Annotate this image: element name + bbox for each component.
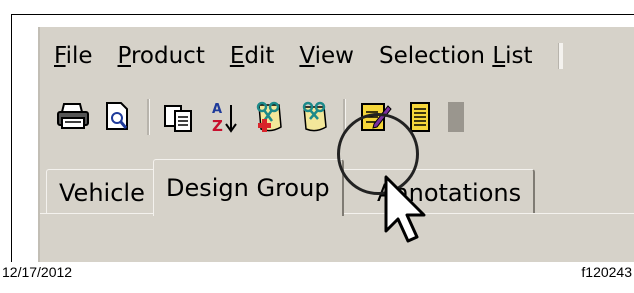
- tab-vehicle-label: Vehicle: [59, 178, 145, 207]
- paste-annotation-button[interactable]: [295, 98, 333, 136]
- sort-az-icon: A Z: [212, 102, 237, 135]
- copy-button[interactable]: [160, 98, 198, 136]
- menu-file-hotkey: F: [54, 43, 66, 69]
- figure-footer: 12/17/2012 f120243: [0, 264, 634, 284]
- copy-icon: [164, 105, 192, 132]
- menu-view-hotkey: V: [299, 43, 315, 69]
- partial-toolbar-button[interactable]: [446, 98, 466, 136]
- tab-vehicle[interactable]: Vehicle: [46, 169, 159, 215]
- menu-selection-list-prefix: Selection: [379, 43, 493, 69]
- cut-annotation-button[interactable]: [250, 98, 288, 136]
- tab-design-group-label: Design Group: [166, 174, 330, 202]
- menu-edit[interactable]: Edit: [230, 43, 275, 69]
- menu-product-hotkey: P: [117, 43, 131, 69]
- menu-edit-label: dit: [244, 43, 275, 69]
- print-preview-button[interactable]: [99, 98, 137, 136]
- partial-button-icon: [448, 102, 464, 132]
- menu-selection-list[interactable]: Selection List: [379, 43, 533, 69]
- toolbar: A Z: [40, 89, 634, 145]
- paste-annotation-icon: [302, 101, 327, 132]
- figure-date: 12/17/2012: [2, 264, 73, 280]
- print-button[interactable]: [54, 98, 92, 136]
- figure-code: f120243: [581, 264, 632, 280]
- print-preview-icon: [106, 102, 128, 130]
- menu-file-label: ile: [65, 43, 93, 69]
- menu-view-label: iew: [314, 43, 354, 69]
- menu-bar: File Product Edit View Selection List: [40, 27, 634, 85]
- menu-file[interactable]: File: [54, 43, 93, 69]
- menu-product-label: roduct: [130, 43, 205, 69]
- tab-design-group[interactable]: Design Group: [153, 159, 344, 216]
- toolbar-separator: [147, 99, 150, 135]
- svg-text:A: A: [212, 102, 222, 117]
- tab-content-pane: [40, 213, 634, 262]
- cut-annotation-icon: [256, 101, 282, 132]
- menu-view[interactable]: View: [299, 43, 354, 69]
- screenshot-frame: File Product Edit View Selection List A …: [11, 14, 634, 262]
- application-window: File Product Edit View Selection List A …: [38, 27, 634, 262]
- menu-selection-list-label: ist: [505, 43, 533, 69]
- menu-edit-hotkey: E: [229, 43, 245, 69]
- menu-overflow-edge: [557, 43, 563, 69]
- menu-selection-list-hotkey: L: [492, 43, 506, 69]
- mouse-pointer-icon: [384, 175, 426, 243]
- svg-text:Z: Z: [212, 117, 223, 135]
- sort-button[interactable]: A Z: [205, 98, 243, 136]
- printer-icon: [57, 103, 89, 129]
- menu-product[interactable]: Product: [118, 43, 205, 69]
- tab-strip: Vehicle Design Group Annotations: [40, 151, 634, 262]
